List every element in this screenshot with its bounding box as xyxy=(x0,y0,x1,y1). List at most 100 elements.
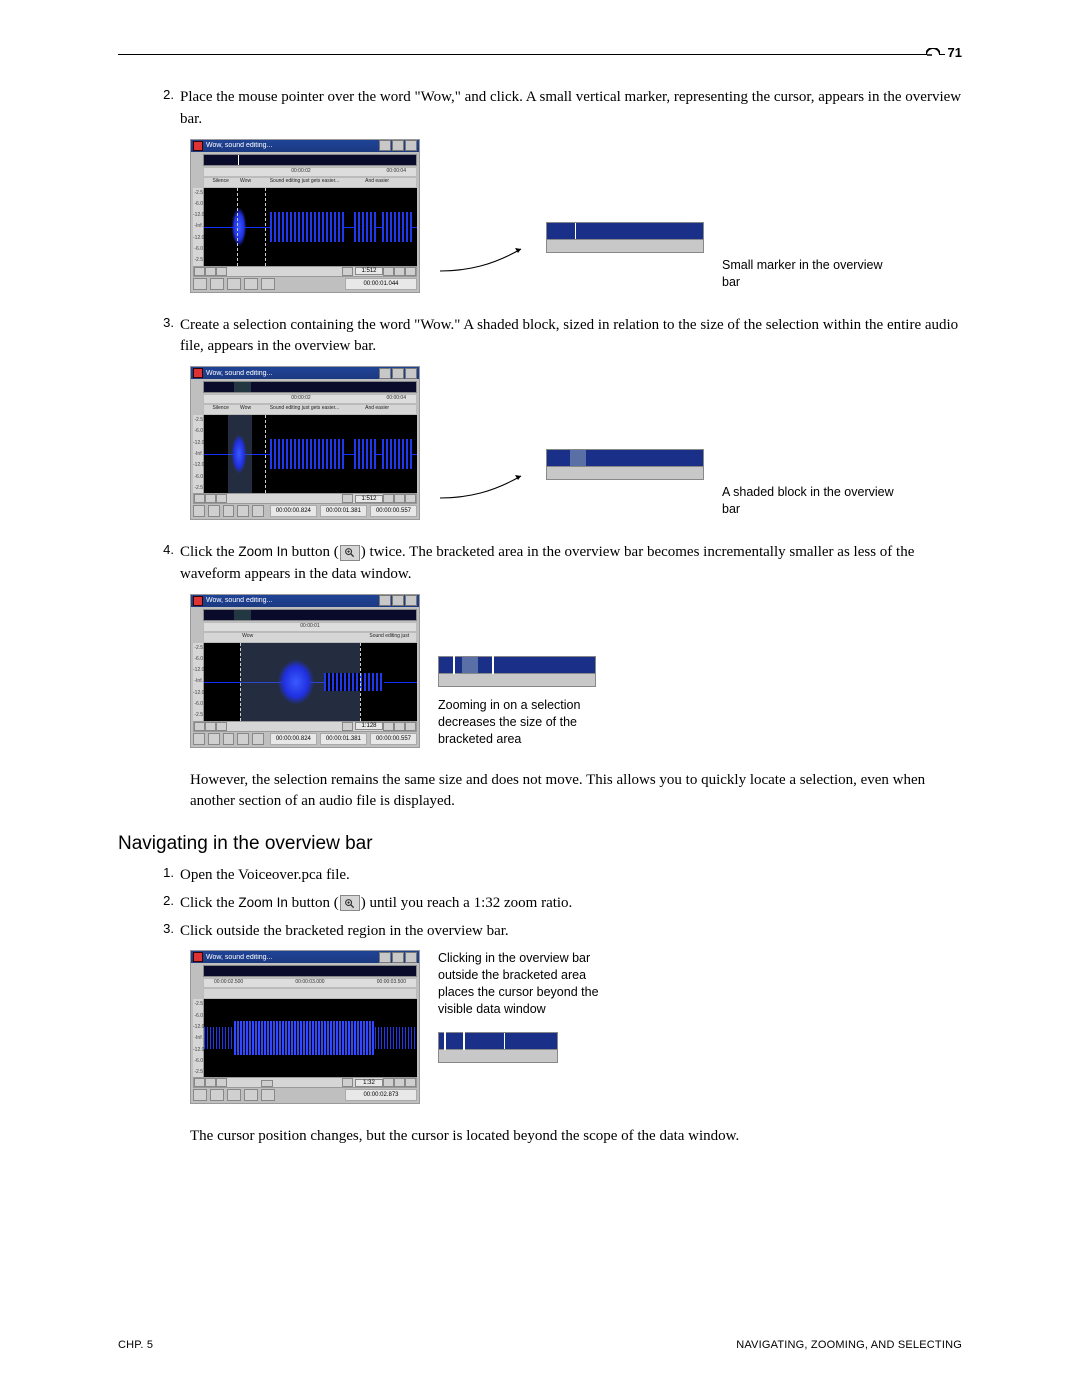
overview-bar[interactable] xyxy=(203,154,417,166)
nav-step-2: 2. Click the Zoom In button () until you… xyxy=(154,893,962,915)
zoom-in-v-button[interactable] xyxy=(205,494,216,503)
transport-status: 00:00:01.044 xyxy=(193,278,417,290)
loop-button[interactable] xyxy=(261,1089,275,1101)
loop-button[interactable] xyxy=(261,278,275,290)
loop-button[interactable] xyxy=(252,733,264,745)
go-start-button[interactable] xyxy=(193,1089,207,1101)
minimize-button[interactable] xyxy=(379,952,391,963)
window-title: Wow, sound editing... xyxy=(206,597,379,604)
zoom-sel-button[interactable] xyxy=(405,1078,416,1087)
scroll-right-button[interactable] xyxy=(342,494,353,503)
zoom-in-v-button[interactable] xyxy=(205,1078,216,1087)
close-button[interactable] xyxy=(405,368,417,379)
maximize-button[interactable] xyxy=(392,595,404,606)
scroll-right-button[interactable] xyxy=(342,722,353,731)
zoom-sel-button[interactable] xyxy=(405,267,416,276)
zoom-scrollbar[interactable]: 1:512 xyxy=(193,266,417,277)
window-title: Wow, sound editing... xyxy=(206,370,379,377)
step-text: Click the Zoom In button () twice. The b… xyxy=(180,542,962,586)
minimize-button[interactable] xyxy=(379,368,391,379)
scroll-left-button[interactable] xyxy=(216,722,227,731)
step-text: Click the Zoom In button () until you re… xyxy=(180,893,962,915)
maximize-button[interactable] xyxy=(392,952,404,963)
zoom-out-v-button[interactable] xyxy=(194,722,205,731)
go-end-button[interactable] xyxy=(210,1089,224,1101)
zoom-in-h-button[interactable] xyxy=(394,267,405,276)
zoom-in-h-button[interactable] xyxy=(394,494,405,503)
play-button[interactable] xyxy=(244,278,258,290)
regions-bar: Silence Wow Sound editing just gets easi… xyxy=(203,177,417,188)
stop-button[interactable] xyxy=(227,1089,241,1101)
zoom-out-v-button[interactable] xyxy=(194,494,205,503)
stop-button[interactable] xyxy=(223,505,235,517)
page-header-rule: 71 xyxy=(118,54,962,73)
step-number: 2. xyxy=(154,87,174,131)
soundforge-window: Wow, sound editing... 00:00:02.50000:00:… xyxy=(190,950,420,1104)
zoom-out-h-button[interactable] xyxy=(383,267,394,276)
zoom-ratio: 1:512 xyxy=(355,267,383,275)
callout-arrow xyxy=(438,464,528,504)
window-title: Wow, sound editing... xyxy=(206,142,379,149)
waveform-area[interactable]: -2.5-6.0-12.0-Inf.-12.0-6.0-2.5 xyxy=(193,188,417,266)
close-button[interactable] xyxy=(405,595,417,606)
zoom-in-h-button[interactable] xyxy=(394,722,405,731)
zoom-out-h-button[interactable] xyxy=(383,494,394,503)
sel-length: 00:00:00.557 xyxy=(370,733,417,745)
stop-button[interactable] xyxy=(227,278,241,290)
scroll-left-button[interactable] xyxy=(216,267,227,276)
go-end-button[interactable] xyxy=(210,278,224,290)
zoom-out-h-button[interactable] xyxy=(383,722,394,731)
maximize-button[interactable] xyxy=(392,140,404,151)
figure-nav-overview: Wow, sound editing... 00:00:02.50000:00:… xyxy=(190,950,962,1104)
go-end-button[interactable] xyxy=(208,733,220,745)
stop-button[interactable] xyxy=(223,733,235,745)
cursor-time: 00:00:01.044 xyxy=(345,278,417,290)
step-number: 2. xyxy=(154,893,174,915)
play-button[interactable] xyxy=(237,733,249,745)
scroll-right-button[interactable] xyxy=(342,1078,353,1087)
go-start-button[interactable] xyxy=(193,733,205,745)
footer-chapter: CHP. 5 xyxy=(118,1339,153,1351)
figure-caption: Small marker in the overview bar xyxy=(722,257,902,291)
play-button[interactable] xyxy=(237,505,249,517)
go-start-button[interactable] xyxy=(193,278,207,290)
minimize-button[interactable] xyxy=(379,140,391,151)
overview-bar[interactable] xyxy=(203,381,417,393)
scroll-right-button[interactable] xyxy=(342,267,353,276)
step-text: Click outside the bracketed region in th… xyxy=(180,921,962,943)
zoom-ratio: 1:32 xyxy=(355,1079,383,1087)
maximize-button[interactable] xyxy=(392,368,404,379)
overview-bar[interactable] xyxy=(203,965,417,977)
zoom-out-h-button[interactable] xyxy=(383,1078,394,1087)
figure-caption: Clicking in the overview bar outside the… xyxy=(438,950,618,1018)
zoom-out-v-button[interactable] xyxy=(194,267,205,276)
step-number: 4. xyxy=(154,542,174,586)
step-text: Place the mouse pointer over the word "W… xyxy=(180,87,962,131)
go-end-button[interactable] xyxy=(208,505,220,517)
close-button[interactable] xyxy=(405,952,417,963)
app-icon xyxy=(193,141,203,151)
zoom-in-v-button[interactable] xyxy=(205,267,216,276)
zoom-sel-button[interactable] xyxy=(405,494,416,503)
zoom-sel-button[interactable] xyxy=(405,722,416,731)
sel-start: 00:00:00.824 xyxy=(270,733,317,745)
followup-paragraph: The cursor position changes, but the cur… xyxy=(190,1126,962,1148)
go-start-button[interactable] xyxy=(193,505,205,517)
minimize-button[interactable] xyxy=(379,595,391,606)
zoom-in-v-button[interactable] xyxy=(205,722,216,731)
zoom-in-label: Zoom In xyxy=(238,544,288,559)
zoom-in-label: Zoom In xyxy=(238,895,288,910)
step-4: 4. Click the Zoom In button () twice. Th… xyxy=(154,542,962,586)
play-button[interactable] xyxy=(244,1089,258,1101)
figure-zoom-selection: Wow, sound editing... 00:00:01 WowSound … xyxy=(190,594,962,748)
scroll-left-button[interactable] xyxy=(216,494,227,503)
zoom-in-h-button[interactable] xyxy=(394,1078,405,1087)
close-button[interactable] xyxy=(405,140,417,151)
overview-closeup xyxy=(438,1032,558,1063)
scroll-left-button[interactable] xyxy=(216,1078,227,1087)
overview-bar[interactable] xyxy=(203,609,417,621)
loop-button[interactable] xyxy=(252,505,264,517)
window-title: Wow, sound editing... xyxy=(206,954,379,961)
zoom-out-v-button[interactable] xyxy=(194,1078,205,1087)
followup-paragraph: However, the selection remains the same … xyxy=(190,770,962,814)
